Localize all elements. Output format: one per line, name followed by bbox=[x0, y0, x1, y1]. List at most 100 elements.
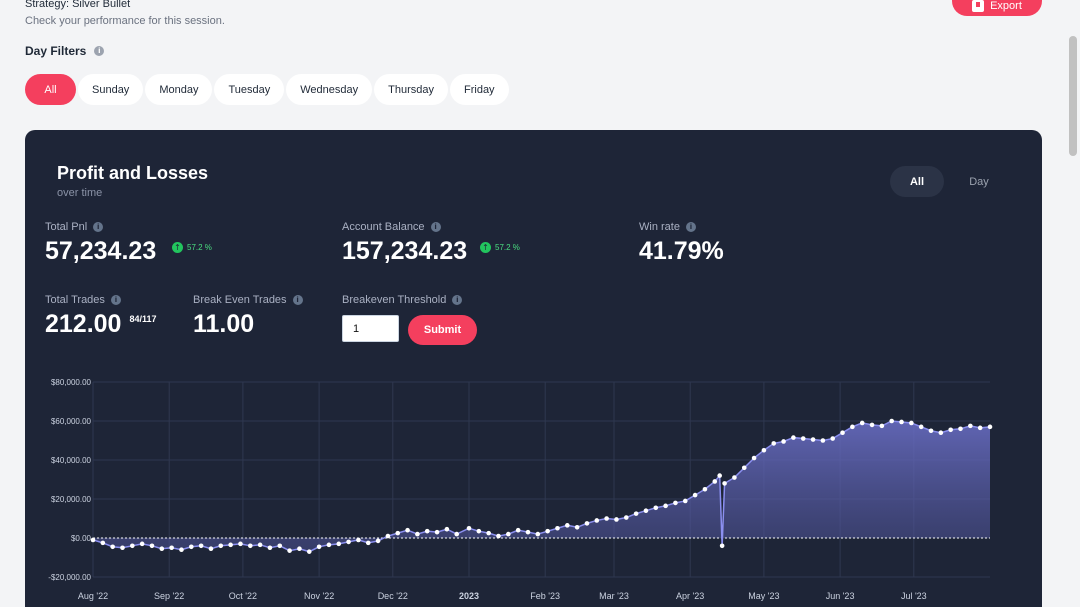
data-point bbox=[781, 439, 786, 444]
day-filters-label: Day Filters bbox=[25, 44, 87, 58]
data-point bbox=[732, 475, 737, 480]
day-tab-sunday[interactable]: Sunday bbox=[78, 74, 144, 105]
info-icon[interactable]: i bbox=[94, 46, 105, 56]
y-tick-label: $60,000.00 bbox=[51, 417, 92, 426]
x-tick-label: Mar '23 bbox=[599, 591, 629, 601]
data-point bbox=[208, 546, 214, 552]
data-point bbox=[741, 465, 747, 471]
data-point bbox=[496, 533, 501, 539]
data-point bbox=[717, 473, 722, 478]
data-point bbox=[100, 540, 106, 546]
scrollbar[interactable] bbox=[1066, 0, 1080, 607]
data-point bbox=[977, 425, 983, 431]
x-tick-label: Jun '23 bbox=[826, 591, 855, 601]
day-tab-tuesday[interactable]: Tuesday bbox=[214, 74, 285, 105]
data-point bbox=[277, 543, 283, 549]
data-point bbox=[555, 525, 560, 531]
data-point bbox=[869, 422, 875, 428]
data-point bbox=[987, 424, 993, 430]
data-point bbox=[179, 547, 184, 552]
data-point bbox=[506, 531, 511, 537]
data-point bbox=[306, 549, 312, 554]
data-point bbox=[584, 521, 590, 526]
x-tick-label: Nov '22 bbox=[304, 591, 334, 601]
x-tick-label: Feb '23 bbox=[530, 591, 560, 601]
day-tab-all[interactable]: All bbox=[25, 74, 76, 105]
data-point bbox=[574, 524, 580, 530]
x-tick-label: Dec '22 bbox=[378, 591, 408, 601]
x-tick-label: Aug '22 bbox=[78, 591, 108, 601]
data-point bbox=[247, 543, 253, 549]
data-point bbox=[909, 420, 914, 426]
data-point bbox=[623, 515, 629, 520]
data-point bbox=[405, 527, 410, 533]
data-point bbox=[434, 529, 440, 535]
data-point bbox=[643, 508, 649, 513]
data-point bbox=[633, 511, 639, 516]
page-subtitle: Check your performance for this session. bbox=[25, 15, 225, 27]
data-point bbox=[653, 505, 659, 511]
x-tick-label: Oct '22 bbox=[229, 591, 257, 601]
data-point bbox=[110, 544, 115, 550]
data-point bbox=[395, 530, 401, 536]
data-point bbox=[535, 531, 541, 537]
y-tick-label: $20,000.00 bbox=[51, 495, 92, 504]
x-tick-label: Jul '23 bbox=[901, 591, 927, 601]
data-point bbox=[771, 441, 777, 446]
data-point bbox=[673, 500, 678, 506]
data-point bbox=[594, 518, 600, 523]
data-point bbox=[850, 424, 855, 430]
data-point bbox=[761, 447, 767, 453]
data-point bbox=[189, 544, 194, 550]
x-tick-label: May '23 bbox=[748, 591, 779, 601]
y-tick-label: $0.00 bbox=[71, 534, 92, 543]
data-point bbox=[444, 526, 450, 532]
data-point bbox=[267, 545, 273, 551]
data-point bbox=[90, 537, 96, 543]
data-point bbox=[614, 517, 619, 522]
data-point bbox=[130, 543, 135, 549]
y-tick-label: -$20,000.00 bbox=[48, 573, 91, 582]
data-point bbox=[820, 438, 826, 443]
day-tab-wednesday[interactable]: Wednesday bbox=[286, 74, 373, 105]
data-point bbox=[476, 528, 482, 534]
data-point bbox=[682, 498, 688, 504]
data-point bbox=[120, 545, 125, 551]
data-point bbox=[169, 545, 174, 551]
data-point bbox=[365, 540, 371, 546]
data-point bbox=[326, 542, 332, 548]
data-point bbox=[385, 533, 391, 539]
data-point bbox=[859, 420, 865, 426]
day-tab-monday[interactable]: Monday bbox=[145, 74, 213, 105]
data-point bbox=[791, 435, 796, 440]
data-point bbox=[719, 543, 725, 549]
data-point bbox=[692, 492, 698, 498]
data-point bbox=[889, 418, 894, 424]
data-point bbox=[810, 437, 816, 442]
data-point bbox=[899, 419, 904, 425]
day-tab-thursday[interactable]: Thursday bbox=[374, 74, 448, 105]
y-tick-label: $80,000.00 bbox=[51, 378, 92, 387]
data-point bbox=[663, 503, 668, 509]
data-point bbox=[287, 548, 292, 553]
x-tick-label: Apr '23 bbox=[676, 591, 704, 601]
data-point bbox=[316, 544, 322, 550]
day-tab-friday[interactable]: Friday bbox=[450, 74, 509, 105]
data-point bbox=[879, 423, 885, 429]
data-point bbox=[830, 436, 836, 441]
data-point bbox=[424, 528, 430, 534]
data-point bbox=[218, 543, 224, 549]
data-point bbox=[415, 531, 420, 537]
data-point bbox=[604, 516, 609, 521]
scrollbar-thumb[interactable] bbox=[1069, 36, 1077, 156]
y-tick-label: $40,000.00 bbox=[51, 456, 92, 465]
data-point bbox=[486, 530, 491, 536]
data-point bbox=[840, 430, 845, 436]
data-point bbox=[139, 541, 145, 547]
data-point bbox=[375, 538, 381, 544]
data-point bbox=[297, 546, 302, 552]
data-point bbox=[149, 543, 155, 549]
data-point bbox=[454, 531, 460, 537]
pnl-area bbox=[93, 421, 990, 552]
export-button[interactable]: Export bbox=[952, 0, 1042, 16]
